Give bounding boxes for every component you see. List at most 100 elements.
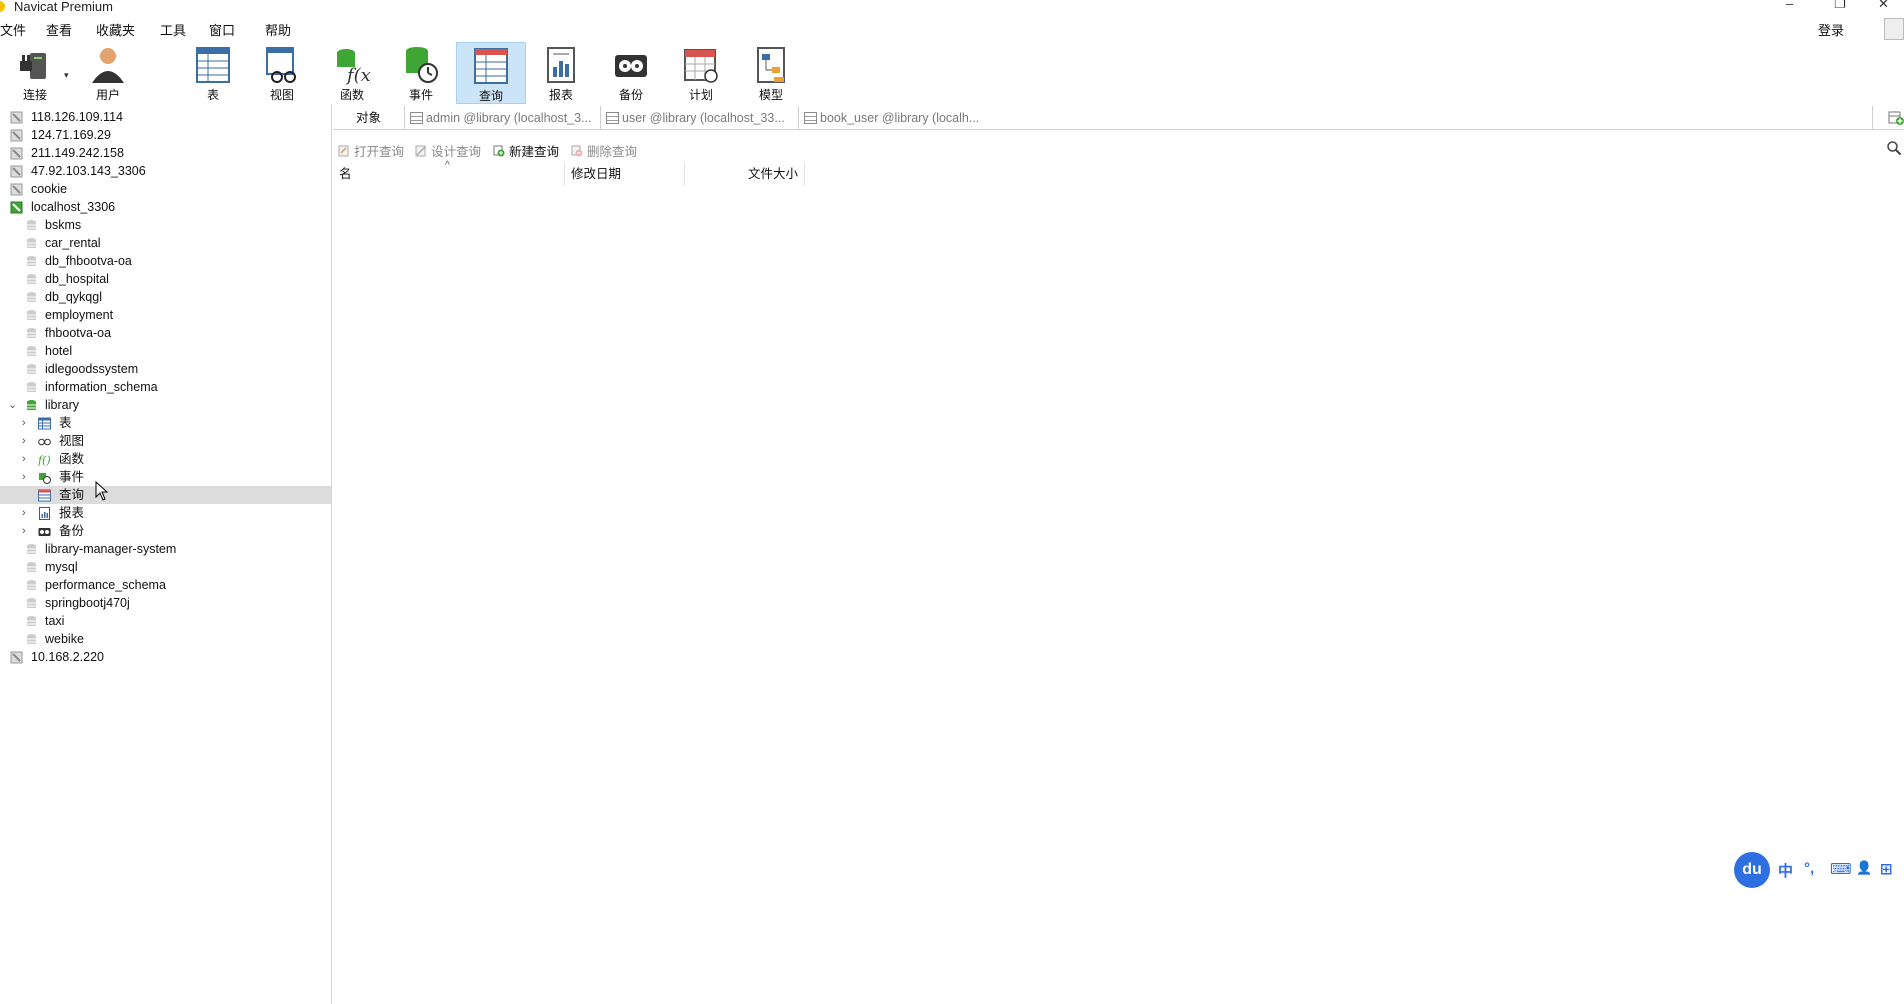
tree-item-label: mysql <box>45 560 78 574</box>
database-item[interactable]: fhbootva-oa <box>0 324 331 342</box>
tree-item-backups[interactable]: › 备份 <box>0 522 331 540</box>
database-item[interactable]: db_hospital <box>0 270 331 288</box>
menu-view[interactable]: 查看 <box>46 20 72 39</box>
tab-user-table[interactable]: user @library (localhost_33... <box>601 106 799 130</box>
user-button[interactable]: 用户 <box>73 42 143 104</box>
database-item[interactable]: taxi <box>0 612 331 630</box>
database-icon <box>25 291 38 304</box>
report-button[interactable]: 报表 <box>526 42 596 104</box>
tab-book-user-table[interactable]: book_user @library (localh... <box>799 106 1873 130</box>
connection-item[interactable]: 118.126.109.114 <box>0 108 331 126</box>
column-size-header[interactable]: 文件大小 <box>685 162 805 186</box>
restore-button[interactable]: ❐ <box>1834 0 1846 12</box>
database-item[interactable]: bskms <box>0 216 331 234</box>
event-button[interactable]: 事件 <box>386 42 456 104</box>
model-button[interactable]: 模型 <box>736 42 806 104</box>
collapse-chevron-icon[interactable]: ⌄ <box>8 396 17 414</box>
tab-user-label: user @library (localhost_33... <box>622 111 785 125</box>
connect-label: 连接 <box>22 88 47 102</box>
expand-chevron-icon[interactable]: › <box>22 432 26 450</box>
menu-window[interactable]: 窗口 <box>209 20 235 39</box>
expand-chevron-icon[interactable]: › <box>22 522 26 540</box>
database-item[interactable]: db_qykqgl <box>0 288 331 306</box>
delete-query-button[interactable]: 删除查询 <box>571 141 637 160</box>
expand-chevron-icon[interactable]: › <box>22 450 26 468</box>
connection-item[interactable]: cookie <box>0 180 331 198</box>
database-item[interactable]: library-manager-system <box>0 540 331 558</box>
database-item[interactable]: information_schema <box>0 378 331 396</box>
svg-text:f(): f() <box>38 454 51 466</box>
ime-grid-icon[interactable]: ⊞ <box>1880 860 1893 878</box>
close-button[interactable]: ✕ <box>1878 0 1889 12</box>
baidu-ime-logo-icon[interactable]: du <box>1734 852 1770 888</box>
tree-item-queries[interactable]: 查询 <box>0 486 331 504</box>
database-item[interactable]: car_rental <box>0 234 331 252</box>
tree-item-reports[interactable]: › 报表 <box>0 504 331 522</box>
function-label: 函数 <box>339 88 364 102</box>
minimize-button[interactable]: – <box>1786 0 1793 11</box>
tree-item-label: 查询 <box>59 488 85 502</box>
database-item[interactable]: mysql <box>0 558 331 576</box>
new-query-label: 新建查询 <box>509 145 560 159</box>
database-item[interactable]: employment <box>0 306 331 324</box>
column-name-header[interactable]: 名 ^ <box>333 160 565 186</box>
sort-ascending-icon: ^ <box>445 160 450 171</box>
backup-label: 备份 <box>618 88 643 102</box>
ime-user-icon[interactable]: 👤 <box>1856 860 1872 876</box>
open-query-button[interactable]: 打开查询 <box>338 141 404 160</box>
query-button[interactable]: 查询 <box>456 42 526 104</box>
ime-chinese-mode[interactable]: 中 <box>1778 860 1793 881</box>
expand-chevron-icon[interactable]: › <box>22 468 26 486</box>
menu-tools[interactable]: 工具 <box>160 20 186 39</box>
database-item[interactable]: idlegoodssystem <box>0 360 331 378</box>
tree-item-views[interactable]: › 视图 <box>0 432 331 450</box>
user-avatar[interactable] <box>1884 18 1904 40</box>
tree-item-functions[interactable]: › f() 函数 <box>0 450 331 468</box>
menu-favorites[interactable]: 收藏夹 <box>96 20 135 39</box>
window-title: Navicat Premium <box>14 0 113 14</box>
connection-item-localhost[interactable]: localhost_3306 <box>0 198 331 216</box>
object-list-header: 名 ^ 修改日期 文件大小 <box>333 160 1904 186</box>
app-icon <box>0 1 5 12</box>
column-modified-header[interactable]: 修改日期 <box>565 162 685 186</box>
design-query-label: 设计查询 <box>431 145 482 159</box>
menu-file[interactable]: 文件 <box>0 20 26 39</box>
database-item[interactable]: performance_schema <box>0 576 331 594</box>
database-item[interactable]: springbootj470j <box>0 594 331 612</box>
ime-punctuation[interactable]: °, <box>1804 860 1814 877</box>
new-query-button[interactable]: 新建查询 <box>493 141 559 160</box>
function-button[interactable]: f(x) 函数 <box>317 42 387 104</box>
database-item-library[interactable]: ⌄ library <box>0 396 331 414</box>
search-icon[interactable] <box>1886 140 1902 156</box>
schedule-button[interactable]: 计划 <box>666 42 736 104</box>
backup-button[interactable]: 备份 <box>596 42 666 104</box>
tab-objects[interactable]: 对象 <box>333 106 405 130</box>
main-toolbar: 连接 ▾ 用户 表 视图 f(x) <box>0 42 1904 104</box>
user-label: 用户 <box>95 88 120 102</box>
database-item[interactable]: webike <box>0 630 331 648</box>
table-button[interactable]: 表 <box>178 42 248 104</box>
ime-keyboard-icon[interactable]: ⌨ <box>1830 860 1852 878</box>
connection-item[interactable]: 211.149.242.158 <box>0 144 331 162</box>
ime-toolbar[interactable]: du 中 °, ⌨ 👤 ⊞ <box>1734 852 1904 888</box>
connection-item[interactable]: 47.92.103.143_3306 <box>0 162 331 180</box>
connection-item[interactable]: 10.168.2.220 <box>0 648 331 666</box>
new-tab-icon[interactable] <box>1888 110 1904 126</box>
database-item[interactable]: hotel <box>0 342 331 360</box>
expand-chevron-icon[interactable]: › <box>22 504 26 522</box>
tree-item-tables[interactable]: › 表 <box>0 414 331 432</box>
expand-chevron-icon[interactable]: › <box>22 414 26 432</box>
connection-icon <box>10 111 23 124</box>
database-item[interactable]: db_fhbootva-oa <box>0 252 331 270</box>
view-icon <box>38 435 51 448</box>
tree-item-label: idlegoodssystem <box>45 362 139 376</box>
connection-item[interactable]: 124.71.169.29 <box>0 126 331 144</box>
login-link[interactable]: 登录 <box>1818 20 1844 39</box>
connect-dropdown-icon[interactable]: ▾ <box>64 70 69 81</box>
connect-button[interactable]: 连接 ▾ <box>0 42 70 104</box>
tree-item-events[interactable]: › 事件 <box>0 468 331 486</box>
view-button[interactable]: 视图 <box>247 42 317 104</box>
tab-admin-table[interactable]: admin @library (localhost_3... <box>405 106 601 130</box>
menu-help[interactable]: 帮助 <box>265 20 291 39</box>
function-icon: f(x) <box>337 49 371 85</box>
